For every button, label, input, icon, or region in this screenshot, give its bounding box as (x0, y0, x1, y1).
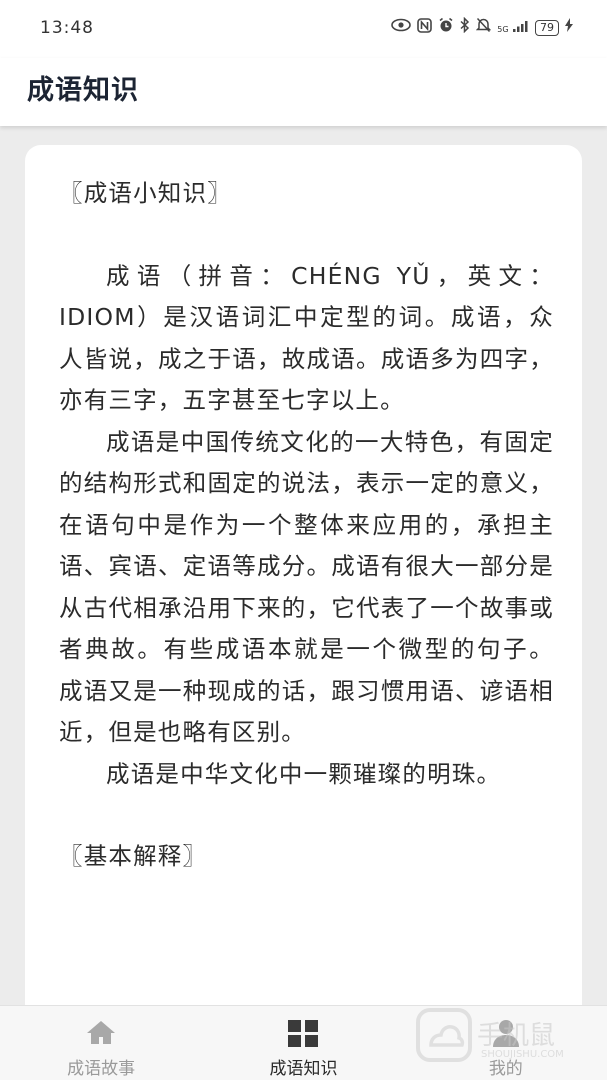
bluetooth-icon (460, 16, 470, 38)
status-bar: 13:48 5G 79 (0, 0, 607, 58)
home-icon (87, 1021, 116, 1044)
section-title-knowledge: 〖成语小知识〗 (59, 179, 232, 207)
watermark-logo-icon (416, 1008, 472, 1062)
paragraph: 成语（拼音：CHÉNG YǓ，英文：IDIOM）是汉语词汇中定型的词。成语，众人… (59, 261, 554, 415)
status-time: 13:48 (40, 18, 94, 38)
page-title: 成语知识 (27, 75, 139, 106)
paragraph: 成语是中华文化中一颗璀璨的明珠。 (106, 759, 502, 788)
screen: 13:48 5G 79 成语知识 〖成语小知识〗 成语（拼音：CHÉNG YǓ，… (0, 0, 607, 1080)
grid-icon (288, 1020, 319, 1047)
battery-icon: 79 (535, 19, 559, 36)
eye-icon (391, 18, 412, 37)
nav-item-idiom-stories[interactable]: 成语故事 (0, 1006, 202, 1080)
watermark: 手机鼠 SHOUJISHU.COM (415, 1007, 585, 1067)
content-card[interactable]: 〖成语小知识〗 成语（拼音：CHÉNG YǓ，英文：IDIOM）是汉语词汇中定型… (25, 145, 582, 1045)
charging-icon (565, 18, 573, 37)
mute-icon (475, 17, 492, 38)
nav-item-idiom-knowledge[interactable]: 成语知识 (202, 1006, 404, 1080)
nav-label: 成语故事 (67, 1059, 136, 1079)
section-title-basic: 〖基本解释〗 (59, 842, 208, 870)
app-bar: 成语知识 (0, 58, 607, 126)
signal-icon: 5G (497, 19, 529, 37)
content-body: 〖成语小知识〗 成语（拼音：CHÉNG YǓ，英文：IDIOM）是汉语词汇中定型… (25, 145, 582, 878)
alarm-icon (438, 17, 454, 38)
paragraph: 成语是中国传统文化的一大特色，有固定的结构形式和固定的说法，表示一定的意义，在语… (59, 427, 554, 747)
nav-label: 成语知识 (269, 1059, 338, 1079)
nfc-icon (417, 17, 433, 38)
network-label: 5G (497, 24, 509, 34)
watermark-text: 手机鼠 (477, 1021, 556, 1051)
watermark-url: SHOUJISHU.COM (481, 1049, 564, 1060)
status-icons: 5G 79 (391, 16, 573, 38)
